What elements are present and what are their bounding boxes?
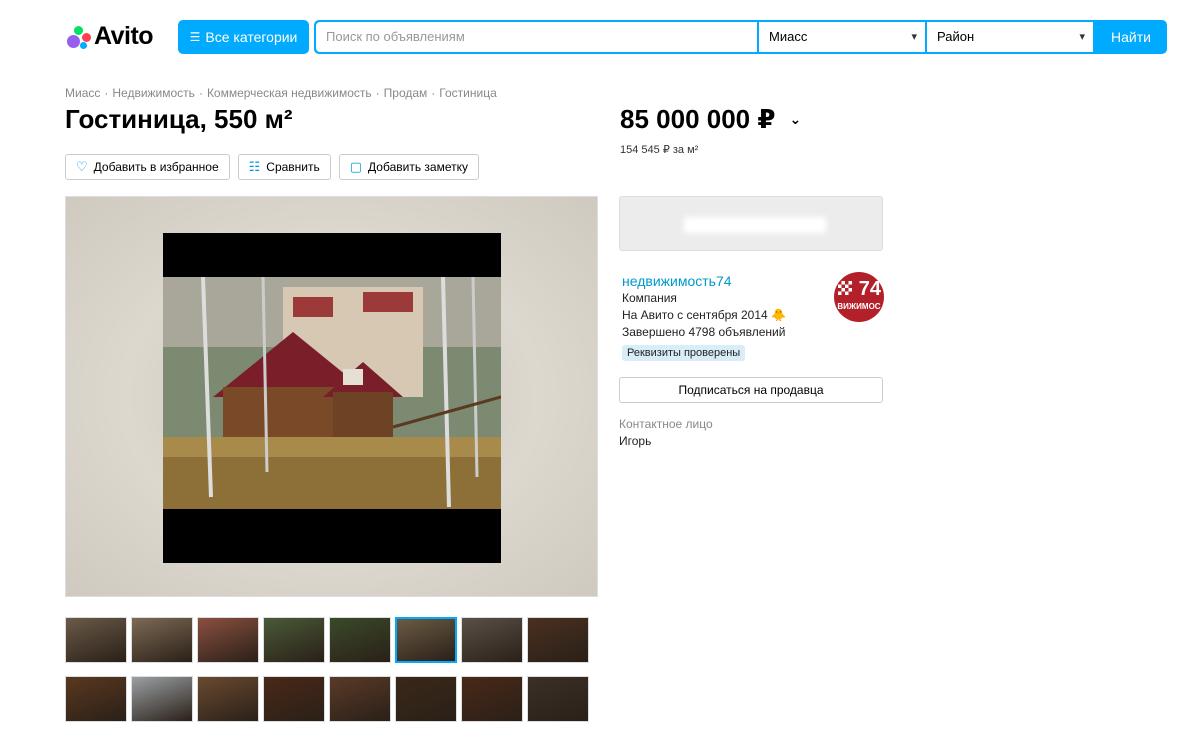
breadcrumb-item-realty[interactable]: Недвижимость [112,86,195,100]
photo-thumbnail[interactable] [197,676,259,722]
avatar-number: 74 [858,278,881,300]
city-select[interactable]: Миасс ▾ [759,22,925,52]
photo-thumbnail[interactable] [527,617,589,663]
chevron-down-icon: ▾ [911,31,917,43]
seller-since: На Авито с сентября 2014 🐥 [622,308,786,322]
avito-logo[interactable]: Avito [65,22,154,51]
note-icon: ▢ [349,159,363,175]
price: 85 000 000 ₽ ⌄ [620,104,801,135]
contact-person-name: Игорь [619,434,652,448]
photo-thumbnail[interactable] [263,676,325,722]
seller-completed: Завершено 4798 объявлений [622,325,786,339]
photo-thumbnail[interactable] [131,617,193,663]
breadcrumb-item-hotel[interactable]: Гостиница [439,86,496,100]
seller-type: Компания [622,291,677,305]
phone-number-hidden [684,217,826,233]
main-photo-frame [163,233,501,563]
listing-actions: ♡ Добавить в избранное ☷ Сравнить ▢ Доба… [65,154,479,180]
photo-thumbnail[interactable] [197,617,259,663]
price-per-meter: 154 545 ₽ за м² [620,144,699,156]
breadcrumb-item-commercial[interactable]: Коммерческая недвижимость [207,86,372,100]
breadcrumb-item-city[interactable]: Миасс [65,86,100,100]
subscribe-to-seller-button[interactable]: Подписаться на продавца [619,377,883,403]
photo-thumbnail[interactable] [65,617,127,663]
categories-search-icon: ☰ [189,30,201,44]
add-to-favorites-label: Добавить в избранное [93,160,219,174]
district-select[interactable]: Район ▾ [927,22,1093,52]
search-input[interactable]: Поиск по объявлениям [316,22,757,52]
show-phone-button[interactable] [619,196,883,251]
compare-label: Сравнить [266,160,320,174]
add-note-button[interactable]: ▢ Добавить заметку [338,154,479,180]
verified-badge: Реквизиты проверены [622,345,746,361]
compare-icon: ☷ [248,159,261,175]
page-title: Гостиница, 550 м² [65,104,293,134]
chevron-down-icon: ▾ [1079,31,1085,43]
main-photo [163,277,501,509]
photo-thumbnail[interactable] [527,676,589,722]
photo-thumbnail[interactable] [461,617,523,663]
add-note-label: Добавить заметку [368,160,468,174]
photo-thumbnail[interactable] [461,676,523,722]
find-button[interactable]: Найти [1095,20,1167,54]
avatar-text: ВИЖИМОС [837,302,881,311]
add-to-favorites-button[interactable]: ♡ Добавить в избранное [65,154,230,180]
photo-thumbnail[interactable] [395,676,457,722]
logo-text: Avito [94,22,154,50]
all-categories-button[interactable]: ☰ Все категории [178,20,309,54]
city-select-value: Миасс [769,29,808,44]
photo-thumbnail[interactable] [329,676,391,722]
checkered-flag-icon [838,281,852,295]
price-value: 85 000 000 ₽ [620,104,776,134]
contact-person-label: Контактное лицо [619,417,713,431]
district-select-value: Район [937,29,975,44]
thumbnail-row [65,676,589,722]
photo-thumbnail[interactable] [395,617,457,663]
breadcrumb: Миасс · Недвижимость · Коммерческая недвижим… [65,86,497,100]
compare-button[interactable]: ☷ Сравнить [237,154,331,180]
seller-name-link[interactable]: недвижимость74 [622,273,732,289]
photo-thumbnail[interactable] [131,676,193,722]
logo-dots-icon [65,24,91,50]
chevron-down-icon[interactable]: ⌄ [789,111,801,128]
heart-icon: ♡ [76,159,88,175]
thumbnail-row [65,617,589,663]
photo-thumbnail[interactable] [329,617,391,663]
photo-thumbnail[interactable] [65,676,127,722]
search-bar: Поиск по объявлениям Миасс ▾ Район ▾ Най… [314,20,1167,54]
main-photo-gallery[interactable] [65,196,598,597]
photo-thumbnail[interactable] [263,617,325,663]
seller-avatar[interactable]: 74 ВИЖИМОС [834,272,884,322]
all-categories-label: Все категории [205,29,298,45]
breadcrumb-item-sell[interactable]: Продам [384,86,428,100]
